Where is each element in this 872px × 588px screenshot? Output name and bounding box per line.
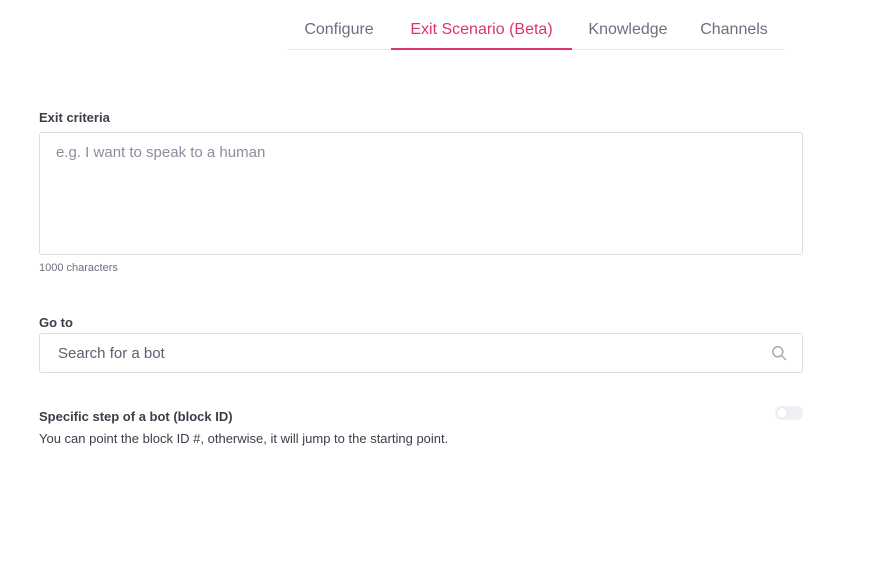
block-id-toggle[interactable]: [775, 406, 803, 420]
tab-knowledge[interactable]: Knowledge: [572, 12, 684, 49]
exit-criteria-label: Exit criteria: [39, 110, 110, 125]
exit-criteria-textarea[interactable]: [39, 132, 803, 255]
tab-bar: Configure Exit Scenario (Beta) Knowledge…: [287, 12, 785, 50]
tab-configure[interactable]: Configure: [287, 12, 391, 49]
tab-exit-scenario[interactable]: Exit Scenario (Beta): [391, 12, 572, 50]
block-id-label: Specific step of a bot (block ID): [39, 409, 233, 424]
tab-channels[interactable]: Channels: [684, 12, 784, 49]
goto-label: Go to: [39, 315, 73, 330]
search-icon[interactable]: [771, 345, 787, 361]
toggle-knob: [777, 408, 787, 418]
block-id-description: You can point the block ID #, otherwise,…: [39, 431, 449, 446]
bot-search-field: [39, 333, 803, 373]
character-limit-hint: 1000 characters: [39, 262, 118, 274]
bot-search-input[interactable]: [40, 334, 740, 372]
